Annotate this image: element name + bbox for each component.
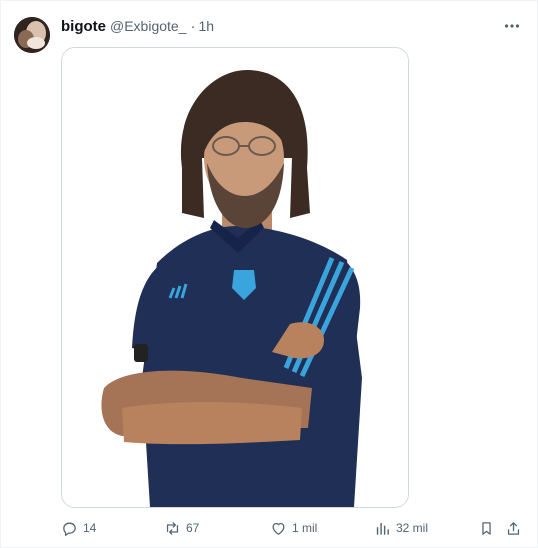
views-button[interactable]: 32 mil: [374, 518, 428, 538]
analytics-bar-icon: [376, 522, 389, 535]
avatar-image: [14, 17, 50, 53]
reply-button[interactable]: 14: [61, 518, 96, 538]
separator-dot: ·: [190, 17, 196, 35]
tweet-media-photo[interactable]: [61, 47, 409, 508]
repost-icon: [166, 521, 179, 535]
views-count: 32 mil: [396, 521, 429, 535]
photo-man-in-argentina-polo: [62, 48, 408, 507]
more-horizontal-icon: [504, 24, 520, 28]
share-button[interactable]: [505, 518, 522, 538]
repost-count: 67: [186, 521, 200, 535]
bookmark-icon: [482, 521, 491, 535]
tweet-header: bigote @Exbigote_ · 1h: [61, 16, 214, 36]
more-options-button[interactable]: [501, 15, 523, 37]
reply-icon: [63, 522, 76, 536]
tweet-card[interactable]: bigote @Exbigote_ · 1h 14 67 1 mil 32 mi…: [0, 0, 538, 548]
bookmark-button[interactable]: [478, 518, 495, 538]
author-name[interactable]: bigote: [61, 18, 106, 35]
tweet-actions-bar: 14 67 1 mil 32 mil: [61, 518, 531, 538]
like-count: 1 mil: [292, 521, 318, 535]
author-handle[interactable]: @Exbigote_: [110, 18, 186, 34]
like-button[interactable]: 1 mil: [270, 518, 317, 538]
reply-count: 14: [83, 521, 97, 535]
repost-button[interactable]: 67: [164, 518, 199, 538]
heart-icon: [272, 522, 285, 535]
share-icon: [507, 521, 520, 535]
timestamp[interactable]: 1h: [198, 18, 214, 34]
avatar[interactable]: [14, 17, 50, 53]
